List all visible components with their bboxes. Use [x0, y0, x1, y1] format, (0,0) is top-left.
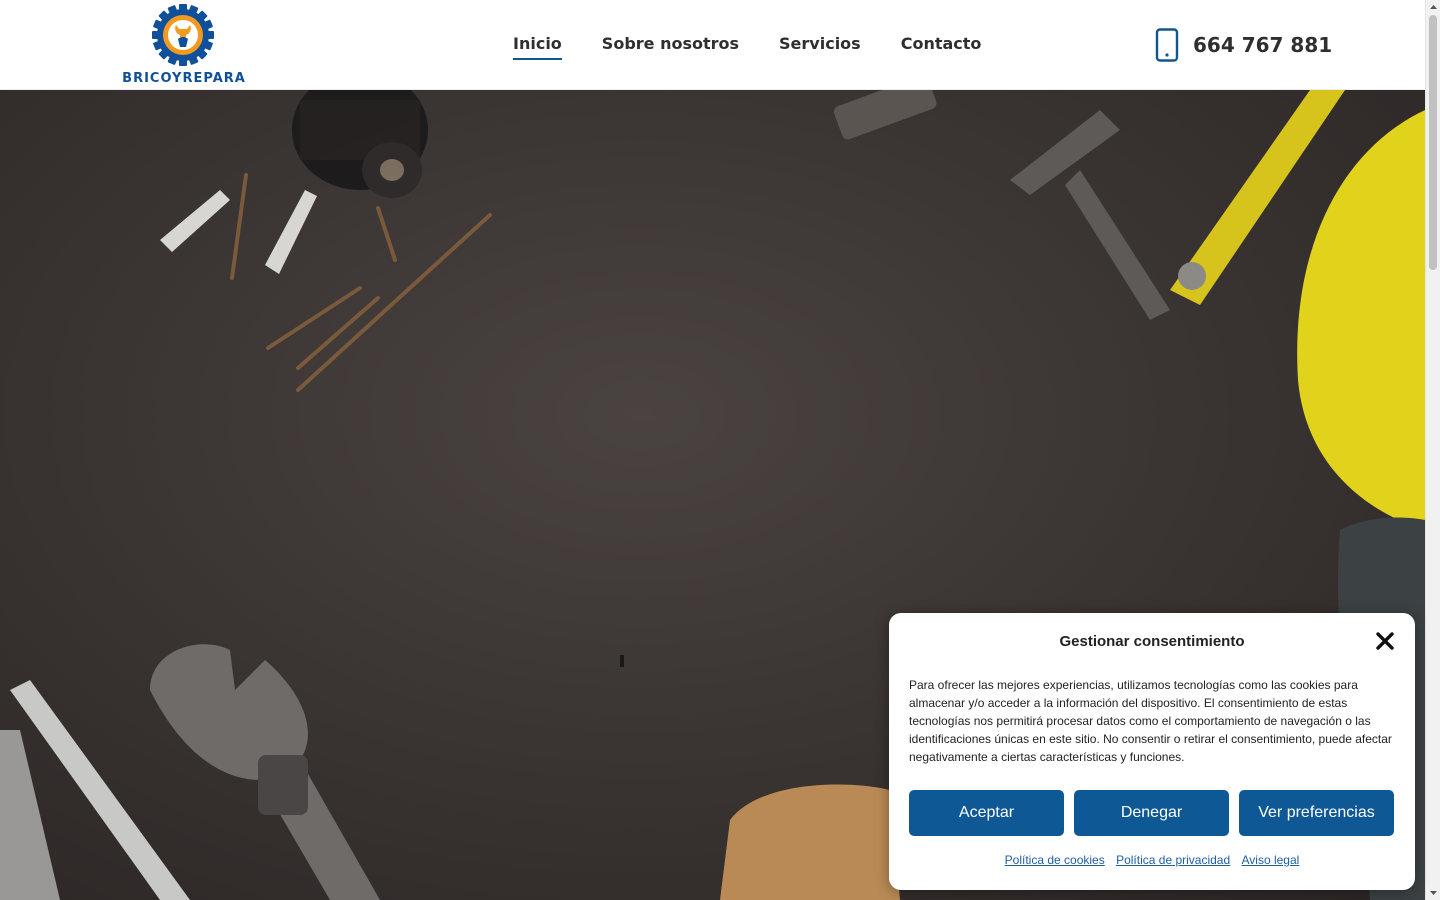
main-nav: Inicio Sobre nosotros Servicios Contacto [513, 33, 982, 60]
cookie-consent-dialog: Gestionar consentimiento Para ofrecer la… [889, 613, 1415, 890]
cookie-description: Para ofrecer las mejores experiencias, u… [909, 678, 1392, 764]
nav-item-contacto[interactable]: Contacto [901, 33, 982, 55]
close-icon[interactable] [1375, 631, 1395, 651]
phone-link[interactable]: 664 767 881 [1155, 28, 1332, 62]
logo-wordmark: BRICOYREPARA [122, 71, 246, 86]
drill-chuck [292, 90, 428, 198]
phone-number: 664 767 881 [1193, 33, 1333, 57]
privacy-policy-link[interactable]: Política de privacidad [1116, 853, 1230, 867]
deny-button[interactable]: Denegar [1074, 790, 1229, 836]
gear-wrench-logo-icon [152, 4, 214, 66]
scroll-down-arrow-icon[interactable] [1426, 885, 1440, 900]
vertical-scrollbar[interactable] [1425, 0, 1440, 900]
nav-item-sobre-nosotros[interactable]: Sobre nosotros [602, 33, 739, 55]
scrollbar-thumb[interactable] [1429, 15, 1437, 270]
smartphone-icon [1155, 28, 1179, 62]
cookie-dialog-title: Gestionar consentimiento [1059, 633, 1245, 650]
site-logo[interactable]: BRICOYREPARA [118, 4, 250, 86]
accept-button[interactable]: Aceptar [909, 790, 1064, 836]
scroll-up-arrow-icon[interactable] [1426, 0, 1440, 15]
cookie-button-row: Aceptar Denegar Ver preferencias [909, 790, 1394, 836]
site-header: BRICOYREPARA Inicio Sobre nosotros Servi… [0, 0, 1425, 90]
cookie-policy-links: Política de cookies Política de privacid… [889, 853, 1415, 867]
nav-item-inicio[interactable]: Inicio [513, 33, 562, 60]
view-preferences-button[interactable]: Ver preferencias [1239, 790, 1394, 836]
cookie-policy-link[interactable]: Política de cookies [1005, 853, 1105, 867]
legal-notice-link[interactable]: Aviso legal [1242, 853, 1300, 867]
nav-item-servicios[interactable]: Servicios [779, 33, 861, 55]
